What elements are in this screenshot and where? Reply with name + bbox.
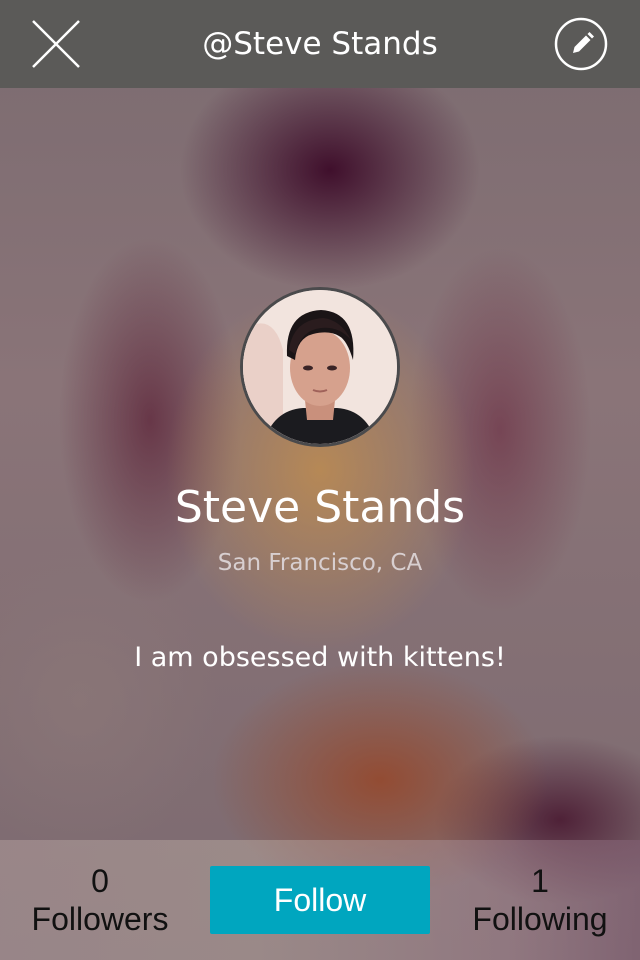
avatar bbox=[240, 287, 400, 447]
followers-label: Followers bbox=[31, 901, 169, 937]
edit-button[interactable] bbox=[554, 17, 608, 71]
following-label: Following bbox=[472, 901, 608, 937]
close-button[interactable] bbox=[28, 18, 84, 70]
pencil-icon bbox=[554, 17, 608, 71]
profile-bio: I am obsessed with kittens! bbox=[134, 642, 506, 673]
profile-name: Steve Stands bbox=[174, 482, 466, 533]
following-stat[interactable]: 1 Following bbox=[440, 862, 640, 938]
profile-photo bbox=[243, 290, 397, 444]
page-title: @Steve Stands bbox=[202, 26, 438, 62]
close-icon bbox=[32, 20, 80, 68]
followers-stat[interactable]: 0 Followers bbox=[0, 862, 200, 938]
followers-count: 0 bbox=[91, 863, 109, 899]
follow-button[interactable]: Follow bbox=[210, 866, 430, 934]
header-bar: @Steve Stands bbox=[0, 0, 640, 88]
profile-location: San Francisco, CA bbox=[217, 550, 423, 576]
following-count: 1 bbox=[531, 863, 549, 899]
